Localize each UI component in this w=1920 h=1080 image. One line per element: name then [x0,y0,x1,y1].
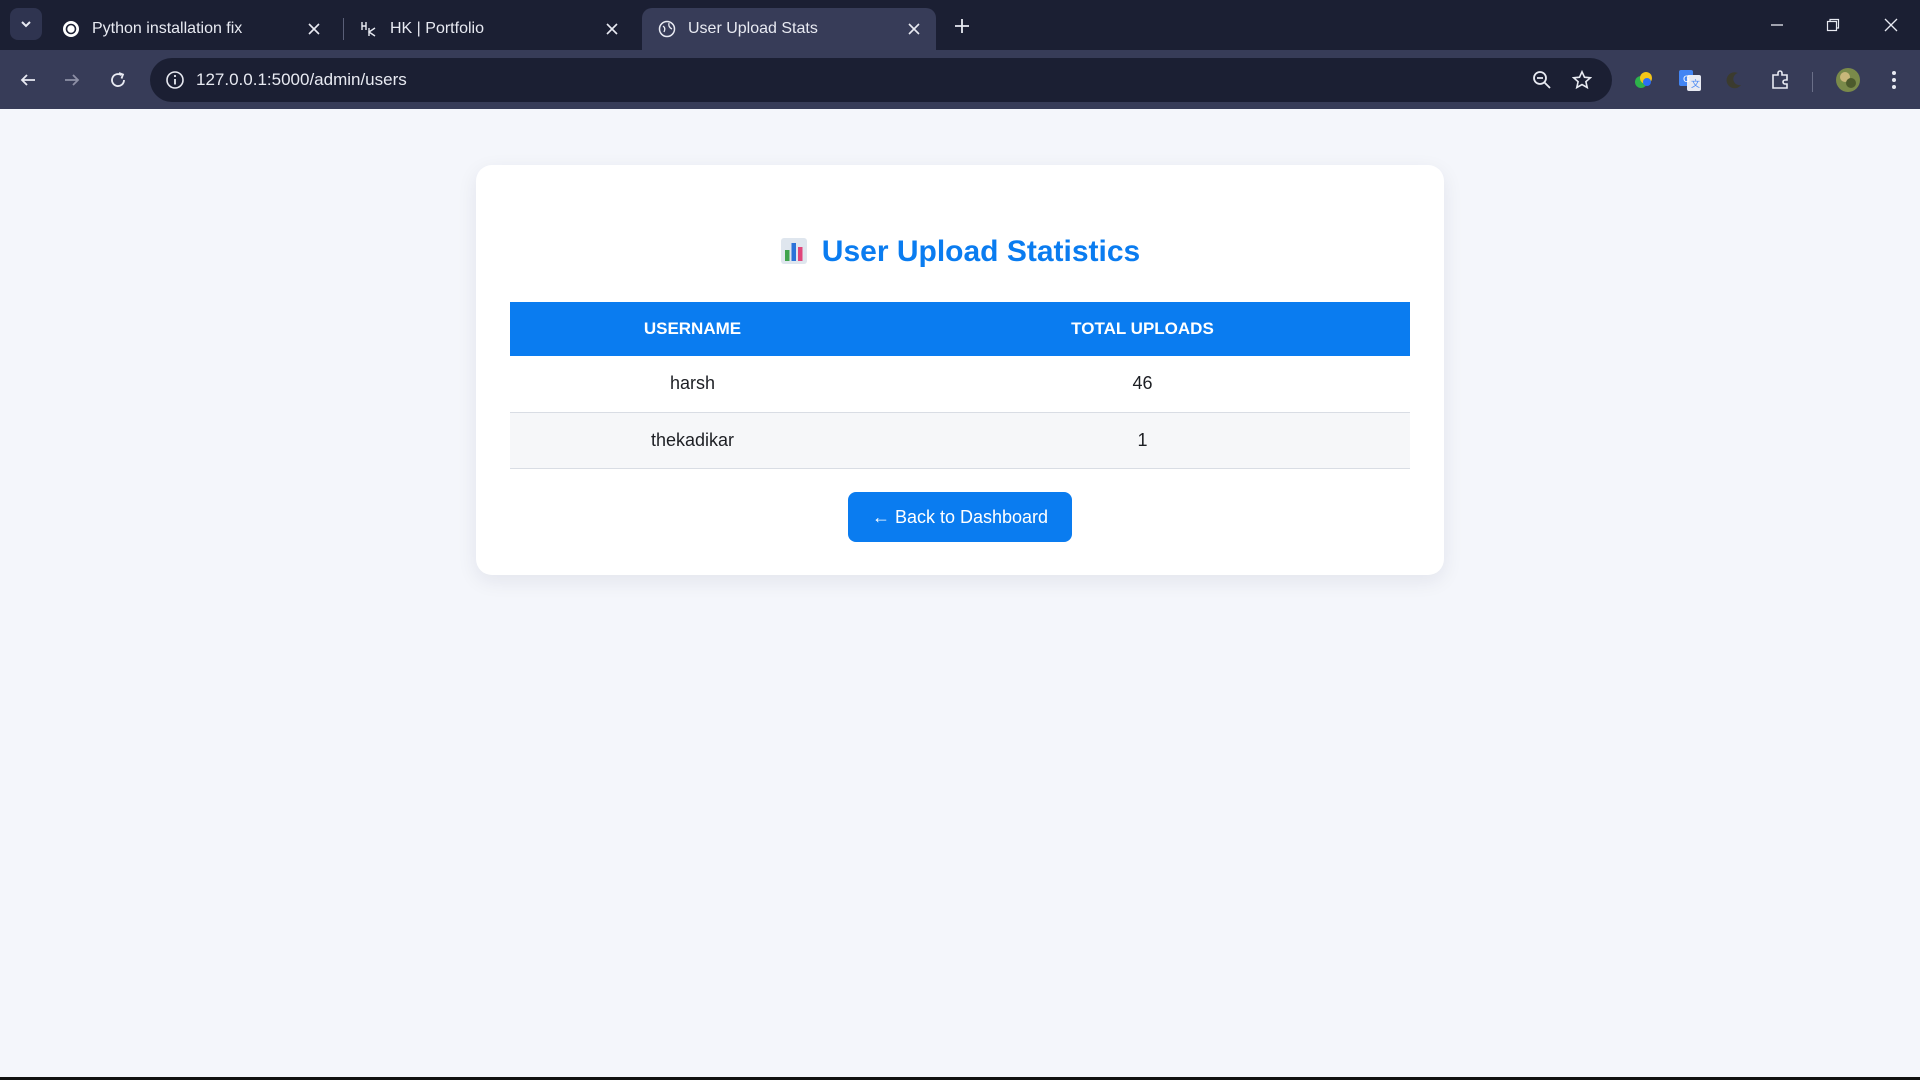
tab-title: HK | Portfolio [390,20,484,37]
hk-logo-icon [360,20,378,38]
toolbar-separator [1812,72,1813,92]
page-title: User Upload Statistics [476,235,1444,269]
table-header-row: Username Total Uploads [510,302,1410,356]
url-text[interactable]: 127.0.0.1:5000/admin/users [196,70,407,90]
extension-colorful-icon[interactable] [1630,66,1658,94]
globe-icon [658,20,676,38]
tab-python-installation-fix[interactable]: Python installation fix [46,8,336,50]
chevron-down-icon [21,21,31,28]
bar-chart-icon [780,238,807,264]
extensions-puzzle-icon[interactable] [1767,66,1795,94]
uploads-cell: 1 [874,412,1410,469]
new-tab-button[interactable] [950,14,974,38]
close-icon[interactable] [602,19,622,39]
forward-nav-button[interactable] [58,66,86,94]
google-translate-icon[interactable]: G文 [1676,66,1704,94]
restore-button[interactable] [1818,10,1848,40]
dark-mode-moon-icon[interactable] [1720,66,1748,94]
arrow-left-icon [20,74,35,86]
tab-user-upload-stats[interactable]: User Upload Stats [642,8,936,50]
close-icon[interactable] [904,19,924,39]
address-bar[interactable]: 127.0.0.1:5000/admin/users [150,58,1612,102]
more-vertical-icon [1892,71,1896,89]
upload-stats-table: Username Total Uploads harsh 46 thekadik… [510,302,1410,469]
svg-text:G: G [1683,75,1690,85]
close-window-button[interactable] [1876,10,1906,40]
zoom-icon[interactable] [1530,68,1554,92]
tab-strip: Python installation fix HK | Portfolio U… [0,0,1920,50]
page-title-text: User Upload Statistics [821,235,1141,268]
reload-icon [111,72,125,87]
page-viewport: User Upload Statistics Username Total Up… [0,109,1920,1077]
tab-hk-portfolio[interactable]: HK | Portfolio [344,8,634,50]
svg-text:文: 文 [1691,78,1700,90]
site-info-icon[interactable] [164,69,186,91]
chatgpt-icon [62,20,80,38]
stats-card: User Upload Statistics Username Total Up… [476,165,1444,575]
back-to-dashboard-button[interactable]: ← Back to Dashboard [848,492,1072,542]
restore-icon [1826,18,1840,32]
username-cell: thekadikar [510,412,875,469]
browser-toolbar: 127.0.0.1:5000/admin/users G文 [0,50,1920,109]
tab-search-button[interactable] [10,8,42,40]
table-row: thekadikar 1 [510,412,1410,469]
minimize-icon [1771,24,1783,26]
close-icon[interactable] [304,19,324,39]
minimize-button[interactable] [1762,10,1792,40]
browser-menu-button[interactable] [1880,66,1908,94]
reload-button[interactable] [104,66,132,94]
tab-title: User Upload Stats [688,20,818,37]
uploads-cell: 46 [874,356,1410,413]
back-nav-button[interactable] [14,66,42,94]
arrow-right-icon [65,74,80,86]
bookmark-star-icon[interactable] [1570,68,1594,92]
column-header-total-uploads: Total Uploads [874,302,1410,356]
profile-avatar[interactable] [1834,66,1862,94]
close-icon [1884,18,1898,32]
tab-title: Python installation fix [92,20,243,37]
column-header-username: Username [510,302,875,356]
username-cell: harsh [510,356,875,413]
plus-icon [955,19,969,33]
table-row: harsh 46 [510,356,1410,413]
